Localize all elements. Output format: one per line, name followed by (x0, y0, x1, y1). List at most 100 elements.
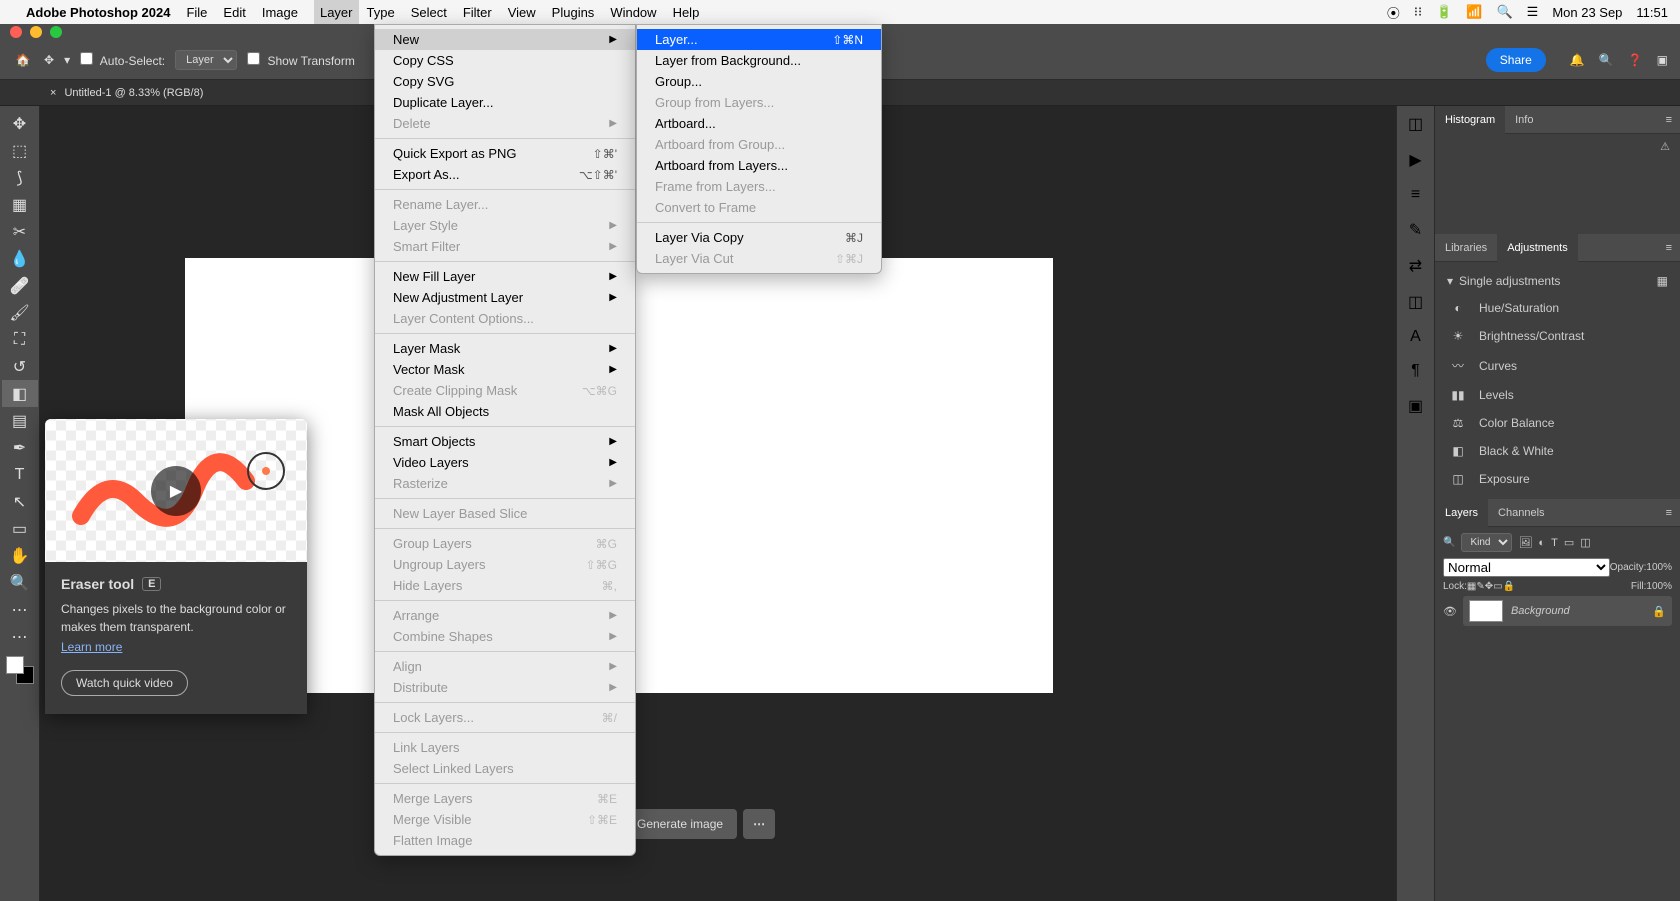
layer-menu-item[interactable]: New▶ (375, 29, 635, 50)
learn-more-link[interactable]: Learn more (61, 640, 122, 654)
layer-menu-item[interactable]: Quick Export as PNG⇧⌘' (375, 143, 635, 164)
panel-menu-icon[interactable]: ≡ (1658, 507, 1680, 519)
pen-tool[interactable]: ✒ (2, 434, 38, 461)
hand-tool[interactable]: ✋ (2, 542, 38, 569)
window-minimize[interactable] (30, 26, 42, 38)
color-swatches[interactable] (6, 656, 34, 684)
adjustments-header[interactable]: ▾ Single adjustments ▦ (1435, 268, 1680, 294)
window-maximize[interactable] (50, 26, 62, 38)
help-icon[interactable]: ❓ (1628, 53, 1643, 67)
healing-tool[interactable]: 🩹 (2, 272, 38, 299)
wifi-icon[interactable]: 📶 (1466, 4, 1482, 20)
layer-menu-item[interactable]: Smart Objects▶ (375, 431, 635, 452)
workspace-icon[interactable]: ▣ (1657, 53, 1668, 67)
share-button[interactable]: Share (1486, 48, 1546, 72)
new-submenu-item[interactable]: Layer Via Copy⌘J (637, 227, 881, 248)
adj-exposure[interactable]: ◫Exposure (1435, 465, 1680, 493)
marquee-tool[interactable]: ⬚ (2, 137, 38, 164)
dock-icon[interactable]: ≡ (1411, 186, 1420, 204)
status-icon[interactable]: ⦿ (1387, 3, 1400, 22)
histogram-tab[interactable]: Histogram (1435, 106, 1505, 134)
home-icon[interactable]: 🏠 (12, 49, 34, 71)
channels-tab[interactable]: Channels (1488, 499, 1554, 527)
lock-pixels-icon[interactable]: ▦ (1467, 581, 1476, 592)
menu-filter[interactable]: Filter (463, 5, 492, 20)
crop-tool[interactable]: ✂ (2, 218, 38, 245)
search-icon[interactable]: 🔍 (1496, 4, 1512, 20)
dock-icon[interactable]: ◫ (1408, 114, 1423, 134)
warning-icon[interactable]: ⚠ (1660, 140, 1670, 153)
new-submenu-item[interactable]: Artboard from Layers... (637, 155, 881, 176)
filter-type-icon[interactable]: T (1551, 537, 1558, 549)
layer-menu-item[interactable]: Mask All Objects (375, 401, 635, 422)
menu-type[interactable]: Type (367, 5, 395, 20)
layer-menu-item[interactable]: New Adjustment Layer▶ (375, 287, 635, 308)
adj-curves[interactable]: 〰Curves (1435, 350, 1680, 381)
tool-dropdown-icon[interactable]: ▾ (64, 53, 70, 67)
lock-all-icon[interactable]: 🔒 (1503, 581, 1515, 592)
fill-value[interactable]: 100% (1646, 581, 1672, 592)
layer-menu-item[interactable]: Copy CSS (375, 50, 635, 71)
filter-smart-icon[interactable]: ◫ (1580, 536, 1590, 549)
lock-icon[interactable]: 🔒 (1652, 605, 1666, 618)
bell-icon[interactable]: 🔔 (1570, 53, 1585, 67)
menu-layer[interactable]: Layer (314, 0, 359, 24)
adj-bw[interactable]: ◧Black & White (1435, 437, 1680, 465)
menu-image[interactable]: Image (262, 5, 298, 20)
panel-menu-icon[interactable]: ≡ (1658, 242, 1680, 254)
adj-levels[interactable]: ▮▮Levels (1435, 381, 1680, 409)
move-tool[interactable]: ✥ (2, 110, 38, 137)
show-transform-checkbox[interactable]: Show Transform (247, 52, 355, 68)
status-icon-2[interactable]: ⁝⁝ (1414, 4, 1422, 20)
lock-artboard-icon[interactable]: ▭ (1493, 581, 1502, 592)
control-center-icon[interactable]: ☰ (1527, 4, 1539, 20)
brush-tool[interactable]: 🖌 (2, 299, 38, 326)
libraries-tab[interactable]: Libraries (1435, 234, 1497, 262)
menu-view[interactable]: View (508, 5, 536, 20)
object-select-tool[interactable]: ▦ (2, 191, 38, 218)
layer-menu-item[interactable]: Vector Mask▶ (375, 359, 635, 380)
layer-item-background[interactable]: Background 🔒 (1463, 596, 1672, 626)
lock-move-icon[interactable]: ✥ (1485, 581, 1493, 592)
path-tool[interactable]: ↖ (2, 488, 38, 515)
layer-menu-item[interactable]: Export As...⌥⇧⌘' (375, 164, 635, 185)
menu-select[interactable]: Select (411, 5, 447, 20)
battery-icon[interactable]: 🔋 (1436, 4, 1452, 20)
layers-tab[interactable]: Layers (1435, 499, 1488, 527)
lasso-tool[interactable]: ⟆ (2, 164, 38, 191)
menubar-time[interactable]: 11:51 (1636, 5, 1668, 20)
menu-file[interactable]: File (186, 5, 207, 20)
auto-select-dropdown[interactable]: Layer (175, 50, 237, 70)
window-close[interactable] (10, 26, 22, 38)
generate-more-button[interactable]: ⋯ (743, 809, 775, 839)
panel-menu-icon[interactable]: ≡ (1658, 114, 1680, 126)
menu-window[interactable]: Window (610, 5, 656, 20)
history-brush-tool[interactable]: ↺ (2, 353, 38, 380)
document-tab[interactable]: × Untitled-1 @ 8.33% (RGB/8) (50, 87, 203, 99)
menu-help[interactable]: Help (673, 5, 700, 20)
new-submenu-item[interactable]: Layer from Background... (637, 50, 881, 71)
new-submenu-item[interactable]: Artboard... (637, 113, 881, 134)
dock-icon[interactable]: ▶ (1409, 150, 1421, 170)
layer-visibility-icon[interactable]: 👁 (1443, 605, 1457, 618)
lock-paint-icon[interactable]: ✎ (1476, 581, 1484, 592)
new-submenu-item[interactable]: Layer...⇧⌘N (637, 29, 881, 50)
filter-image-icon[interactable]: 🖼 (1518, 536, 1532, 549)
layer-menu-item[interactable]: Video Layers▶ (375, 452, 635, 473)
opacity-value[interactable]: 100% (1646, 562, 1672, 573)
layer-menu-item[interactable]: Copy SVG (375, 71, 635, 92)
dock-icon[interactable]: ✎ (1409, 220, 1422, 240)
eyedropper-tool[interactable]: 💧 (2, 245, 38, 272)
type-tool[interactable]: T (2, 461, 38, 488)
edit-toolbar[interactable]: ⋯ (2, 596, 38, 623)
zoom-tool[interactable]: 🔍 (2, 569, 38, 596)
dock-icon[interactable]: ¶ (1411, 362, 1420, 380)
info-tab[interactable]: Info (1505, 106, 1543, 134)
adj-hue-saturation[interactable]: ◐Hue/Saturation (1435, 294, 1680, 322)
close-tab-icon[interactable]: × (50, 87, 56, 99)
play-icon[interactable]: ▶ (151, 466, 201, 516)
auto-select-checkbox[interactable]: Auto-Select: (80, 52, 165, 68)
layer-menu-item[interactable]: Duplicate Layer... (375, 92, 635, 113)
search-icon[interactable]: 🔍 (1599, 53, 1614, 67)
move-tool-icon[interactable]: ✥ (44, 53, 54, 67)
